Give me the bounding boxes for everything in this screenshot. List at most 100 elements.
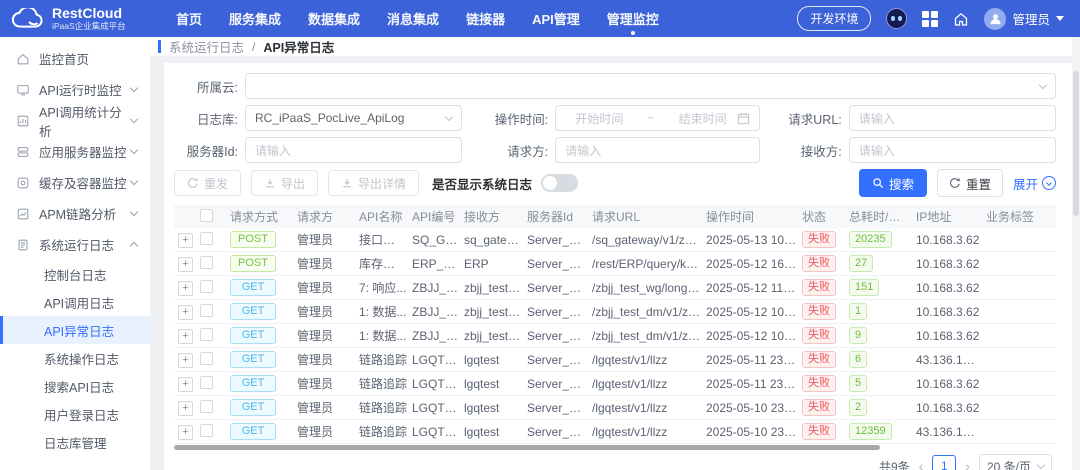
- cloud-select[interactable]: [245, 73, 1056, 99]
- sidebar-item-label: 系统运行日志: [39, 239, 115, 253]
- server-id-cell: Server_PocLi...: [527, 280, 592, 295]
- nav-item[interactable]: 数据集成: [308, 0, 360, 39]
- row-checkbox[interactable]: [200, 423, 213, 437]
- reset-button[interactable]: 重置: [936, 169, 1003, 197]
- row-checkbox[interactable]: [200, 351, 213, 365]
- ip-address-cell: 10.168.3.62: [916, 376, 980, 391]
- breadcrumb-accent-bar: [158, 40, 161, 53]
- request-url-input[interactable]: 请输入: [848, 105, 1056, 131]
- environment-button[interactable]: 开发环境: [797, 6, 872, 31]
- apps-grid-icon[interactable]: [922, 10, 939, 27]
- sidebar-item[interactable]: 系统运行日志: [0, 229, 150, 260]
- table-row[interactable]: + GET 管理员 1: 数据... ZBJJ_TES... zbjj_test…: [174, 324, 1056, 348]
- vertical-scrollbar-thumb[interactable]: [1073, 71, 1079, 216]
- row-checkbox[interactable]: [200, 231, 213, 245]
- logdb-value: RC_iPaaS_PocLive_ApiLog: [255, 111, 405, 125]
- row-checkbox[interactable]: [200, 375, 213, 389]
- sidebar-subitem[interactable]: 日志库管理: [0, 428, 150, 456]
- column-header: 接收方: [464, 210, 501, 224]
- horizontal-scrollbar-thumb[interactable]: [174, 445, 880, 450]
- row-checkbox[interactable]: [200, 255, 213, 269]
- table-row[interactable]: + GET 管理员 链路追踪 LGQTEST... lgqtest Server…: [174, 348, 1056, 372]
- row-checkbox[interactable]: [200, 399, 213, 413]
- system-log-toggle-label: 是否显示系统日志: [432, 177, 533, 192]
- expand-row-button[interactable]: +: [178, 424, 193, 440]
- export-button[interactable]: 导出: [251, 170, 319, 196]
- sidebar-item[interactable]: 应用服务器监控: [0, 136, 150, 167]
- sidebar-item[interactable]: 监控首页: [0, 43, 150, 74]
- table-row[interactable]: + GET 管理员 1: 数据... ZBJJ_TES... zbjj_test…: [174, 300, 1056, 324]
- next-page-button[interactable]: ›: [965, 459, 970, 470]
- row-checkbox[interactable]: [200, 327, 213, 341]
- breadcrumb-parent[interactable]: 系统运行日志: [169, 37, 244, 56]
- expand-filters-link[interactable]: 展开: [1013, 174, 1056, 193]
- column-header: 状态: [802, 210, 827, 224]
- receiver-cell: zbjj_test_wg: [464, 280, 527, 295]
- requester-cell: 管理员: [297, 305, 334, 319]
- receiver-input[interactable]: 请输入: [848, 137, 1056, 163]
- table-row[interactable]: + POST 管理员 库存查询... ERP_API_... ERP Serve…: [174, 252, 1056, 276]
- table-row[interactable]: + GET 管理员 链路追踪 LGQTEST... lgqtest Server…: [174, 420, 1056, 444]
- active-nav-dot: [630, 31, 635, 35]
- sidebar-subitem[interactable]: 系统操作日志: [0, 344, 150, 372]
- export-detail-button[interactable]: 导出详情: [328, 170, 420, 196]
- server-id-cell: Server_PocLi...: [527, 376, 592, 391]
- table-row[interactable]: + GET 管理员 链路追踪 LGQTEST... lgqtest Server…: [174, 396, 1056, 420]
- nav-item[interactable]: API管理: [532, 0, 580, 39]
- sidebar-subitem[interactable]: 用户登录日志: [0, 400, 150, 428]
- requester-cell: 管理员: [297, 425, 334, 439]
- nav-item[interactable]: 消息集成: [387, 0, 439, 39]
- sidebar-item[interactable]: API运行时监控: [0, 74, 150, 105]
- table-row[interactable]: + POST 管理员 接口超时... SQ_GATE... sq_gateway…: [174, 228, 1056, 252]
- expand-row-button[interactable]: +: [178, 256, 193, 272]
- table-row[interactable]: + GET 管理员 链路追踪 LGQTEST... lgqtest Server…: [174, 372, 1056, 396]
- server-id-input[interactable]: 请输入: [245, 137, 463, 163]
- row-checkbox[interactable]: [200, 303, 213, 317]
- expand-row-button[interactable]: +: [178, 232, 193, 248]
- home-icon[interactable]: [953, 11, 969, 27]
- select-all-checkbox[interactable]: [200, 208, 213, 222]
- operate-time-cell: 2025-05-12 10:55:38: [706, 304, 802, 319]
- sidebar-subitem[interactable]: API异常日志: [0, 316, 150, 344]
- search-button[interactable]: 搜索: [858, 169, 927, 197]
- nav-item[interactable]: 链接器: [466, 0, 505, 39]
- sidebar-subitem[interactable]: 搜索API日志: [0, 372, 150, 400]
- sidebar-item[interactable]: API调用统计分析: [0, 105, 150, 139]
- server-monitor-icon: [16, 145, 30, 159]
- page-number[interactable]: 1: [932, 455, 957, 470]
- resend-button[interactable]: 重发: [174, 170, 242, 196]
- duration-badge: 6: [849, 351, 868, 368]
- expand-row-button[interactable]: +: [178, 376, 193, 392]
- expand-row-button[interactable]: +: [178, 400, 193, 416]
- chevron-down-icon: [1036, 460, 1046, 469]
- time-range-input[interactable]: 开始时间 ~ 结束时间: [555, 105, 760, 131]
- expand-row-button[interactable]: +: [178, 304, 193, 320]
- user-menu[interactable]: 管理员: [984, 7, 1064, 30]
- expand-row-button[interactable]: +: [178, 352, 193, 368]
- expand-row-button[interactable]: +: [178, 280, 193, 296]
- page-size-select[interactable]: 20 条/页: [978, 454, 1052, 470]
- sidebar-subitem[interactable]: API调用日志: [0, 288, 150, 316]
- sidebar-item[interactable]: 缓存及容器监控: [0, 167, 150, 198]
- nav-item[interactable]: 首页: [176, 0, 202, 39]
- nav-item[interactable]: 服务集成: [229, 0, 281, 39]
- system-log-toggle[interactable]: [541, 174, 579, 192]
- table-row[interactable]: + GET 管理员 7: 响应... ZBJJ_TES... zbjj_test…: [174, 276, 1056, 300]
- logdb-select[interactable]: RC_iPaaS_PocLive_ApiLog: [245, 105, 463, 131]
- brand-logo: RestCloud iPaaS企业集成平台: [10, 6, 162, 31]
- requester-placeholder: 请输入: [565, 143, 602, 158]
- requester-input[interactable]: 请输入: [555, 137, 760, 163]
- api-code-cell: ERP_API_...: [412, 256, 464, 271]
- requester-cell: 管理员: [297, 257, 334, 271]
- duration-badge: 9: [849, 327, 868, 344]
- sidebar-subitem[interactable]: 控制台日志: [0, 260, 150, 288]
- sidebar-item-label: API运行时监控: [39, 84, 122, 98]
- expand-row-button[interactable]: +: [178, 328, 193, 344]
- api-name-cell: 库存查询...: [359, 257, 412, 271]
- assistant-robot-icon[interactable]: [886, 8, 908, 29]
- sidebar-item[interactable]: APM链路分析: [0, 198, 150, 229]
- nav-item[interactable]: 管理监控: [607, 0, 659, 39]
- ip-address-cell: 10.168.3.62: [916, 232, 980, 247]
- row-checkbox[interactable]: [200, 279, 213, 293]
- prev-page-button[interactable]: ‹: [919, 459, 924, 470]
